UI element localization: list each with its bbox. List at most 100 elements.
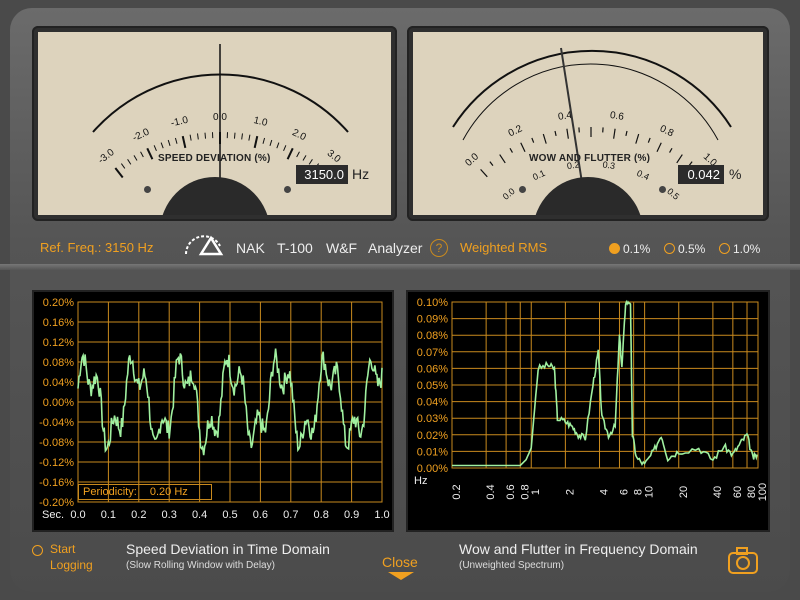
- meter-tick: [269, 139, 273, 146]
- x-tick-label: 0.4: [192, 509, 207, 521]
- y-tick-label: 0.05%: [417, 380, 448, 392]
- meter-tick-label: 0.2: [507, 123, 525, 139]
- divider: [0, 264, 800, 270]
- meter-tick: [197, 133, 199, 140]
- meter-tick: [480, 168, 488, 178]
- y-tick-label: 0.10%: [417, 297, 448, 309]
- meter-tick: [520, 142, 526, 153]
- x-tick-label: 0.9: [344, 509, 359, 521]
- x-tick-label: 1: [530, 489, 542, 495]
- meter-tick: [120, 163, 126, 169]
- periodicity-value: 0.20 Hz: [149, 486, 188, 498]
- range-option-0[interactable]: 0.1%: [609, 242, 650, 256]
- meter-tick: [554, 130, 557, 136]
- radio-icon: [719, 243, 730, 254]
- x-tick-label: 100: [757, 483, 768, 501]
- y-tick-label: -0.20%: [39, 497, 74, 509]
- time-chart-subtitle: (Slow Rolling Window with Delay): [126, 560, 275, 571]
- meter-tick: [286, 147, 294, 160]
- y-tick-label: 0.03%: [417, 413, 448, 425]
- model-label: T-100: [277, 240, 313, 256]
- meter-tick: [160, 142, 164, 149]
- ref-freq-label: Ref. Freq.: 3150 Hz: [40, 240, 154, 255]
- meter-tick-label: 0.6: [609, 110, 625, 123]
- analyzer-label: Analyzer: [368, 240, 423, 256]
- x-tick-label: 0.0: [70, 509, 85, 521]
- meter-tick: [127, 159, 132, 165]
- series-line: [452, 299, 758, 467]
- start-logging-label[interactable]: Start Logging: [50, 541, 110, 573]
- x-tick-label: 0.2: [131, 509, 146, 521]
- meter-tick: [647, 137, 651, 143]
- wf-label: W&F: [326, 240, 358, 256]
- x-axis-label: Sec.: [42, 509, 64, 521]
- x-tick-label: 0.3: [162, 509, 177, 521]
- meter-tick: [153, 145, 157, 152]
- meter-tick-label: 0.1: [531, 168, 547, 182]
- y-tick-label: 0.06%: [417, 363, 448, 375]
- brand-label: NAK: [236, 240, 265, 256]
- meter-tick-label: 1.0: [252, 115, 268, 129]
- speed-meter-face: -3.0-2.0-1.00.01.02.03.0 SPEED DEVIATION…: [38, 32, 391, 215]
- meter-screw: [519, 186, 526, 193]
- frequency-domain-chart: 0.10% 0.09% 0.08% 0.07% 0.06% 0.05% 0.04% 0.03%…: [406, 290, 770, 532]
- logging-radio-icon: [32, 545, 43, 556]
- y-tick-label: -0.08%: [39, 437, 74, 449]
- meter-tick-label: -3.0: [96, 147, 117, 167]
- close-chevron-icon: [388, 572, 414, 580]
- x-tick-label: 2: [564, 489, 576, 495]
- meter-screw: [144, 186, 151, 193]
- meter-tick: [181, 135, 187, 149]
- app-frame: -3.0 -2.0 -1.0 0.0 1.0 2.0 3.0 SPEED DEVIATION…: [0, 0, 800, 600]
- meter-tick: [233, 132, 236, 139]
- x-tick-label: 0.2: [451, 484, 463, 499]
- range-option-2[interactable]: 1.0%: [719, 242, 760, 256]
- gauge-logo-icon: [185, 235, 224, 256]
- meter-tick: [146, 147, 154, 160]
- meter-tick: [308, 159, 313, 165]
- meter-tick: [204, 132, 207, 139]
- help-button[interactable]: ?: [430, 239, 448, 257]
- start-logging-button[interactable]: [32, 542, 43, 560]
- x-tick-label: 0.1: [101, 509, 116, 521]
- y-tick-label: -0.16%: [39, 477, 74, 489]
- y-tick-label: 0.12%: [43, 337, 74, 349]
- meter-tick: [189, 134, 192, 141]
- wf-meter-face: 0.0 0.2 0.4 0.6 0.8 1.0 0.0 0.1 0.2 0.3 0.4 0.5 WOW…: [413, 32, 763, 215]
- radio-selected-icon: [609, 243, 620, 254]
- meter-tick: [133, 155, 138, 161]
- x-tick-label: 4: [599, 489, 611, 495]
- wf-meter-title: WOW AND FLUTTER (%): [529, 153, 651, 164]
- meter-tick-label: 0.5: [665, 186, 681, 202]
- x-tick-label: 0.7: [283, 509, 298, 521]
- freq-chart-title: Wow and Flutter in Frequency Domain: [459, 541, 698, 557]
- y-tick-label: 0.08%: [43, 357, 74, 369]
- meter-tick: [613, 128, 616, 139]
- camera-icon[interactable]: [727, 545, 759, 575]
- weighting-label: Weighted RMS: [460, 240, 548, 255]
- meter-tick: [140, 151, 144, 158]
- x-axis-label: Hz: [414, 475, 427, 487]
- range-option-1[interactable]: 0.5%: [664, 242, 705, 256]
- y-tick-label: 0.20%: [43, 297, 74, 309]
- x-tick-label: 1.0: [374, 509, 389, 521]
- meter-tick: [566, 128, 569, 139]
- y-tick-label: 0.04%: [43, 377, 74, 389]
- meter-tick: [253, 135, 259, 149]
- y-tick-label: 0.08%: [417, 330, 448, 342]
- y-tick-label: -0.04%: [39, 417, 74, 429]
- meter-tick: [241, 133, 243, 140]
- x-tick-label: 0.5: [222, 509, 237, 521]
- meter-tick-label: 0.0: [463, 151, 481, 169]
- meter-tick: [248, 134, 251, 141]
- meter-tick-label: 3.0: [325, 148, 343, 165]
- frequency-domain-plot: 0.10% 0.09% 0.08% 0.07% 0.06% 0.05% 0.04% 0.03%…: [414, 297, 769, 501]
- meter-tick: [676, 154, 683, 164]
- close-button[interactable]: Close: [382, 554, 418, 570]
- time-domain-chart: 0.20% 0.16% 0.12% 0.08% 0.04% 0.00% -0.04% -0.0…: [32, 290, 394, 532]
- x-tick-label: 0.6: [253, 509, 268, 521]
- meter-tick: [669, 147, 673, 153]
- meter-tick: [542, 133, 547, 144]
- meter-screw: [284, 186, 291, 193]
- x-tick-label: 20: [678, 486, 690, 498]
